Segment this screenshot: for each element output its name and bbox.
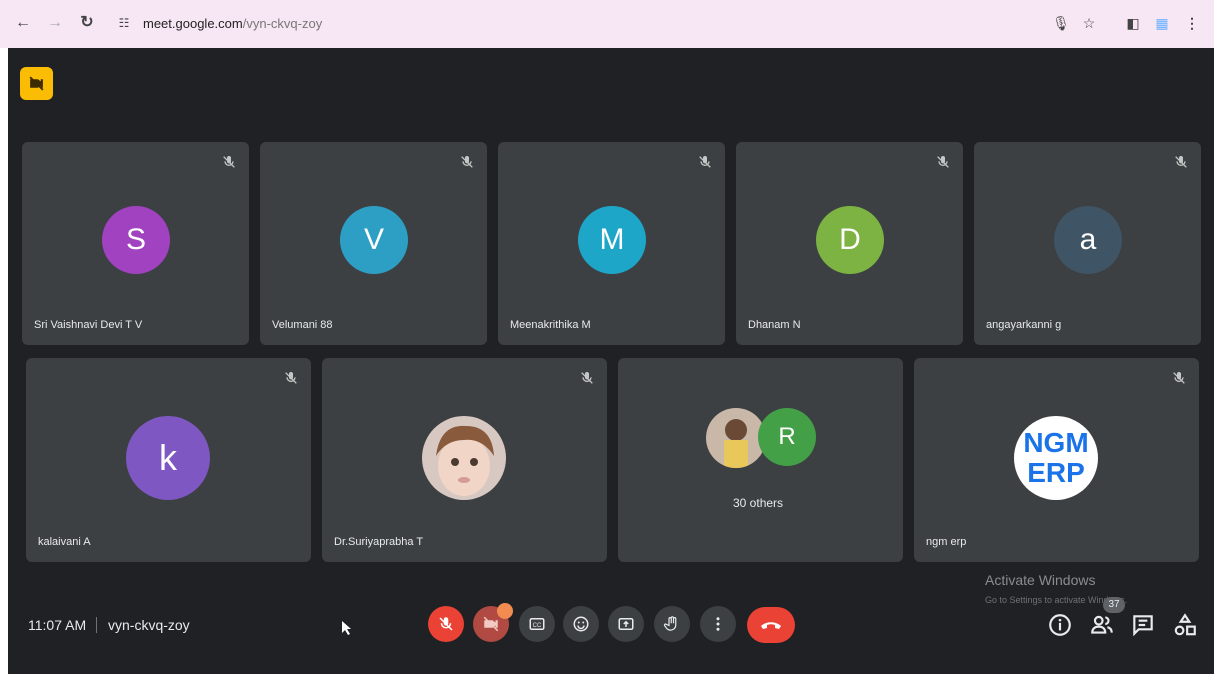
others-tile[interactable]: R 30 others: [618, 358, 903, 562]
present-icon: [618, 618, 634, 630]
extension-icon[interactable]: ▦: [1152, 13, 1172, 33]
site-settings-icon[interactable]: ☷: [113, 12, 135, 34]
participant-name: Dhanam N: [748, 319, 801, 331]
avatar: R: [758, 408, 816, 466]
participant-tile[interactable]: a angayarkanni g: [974, 142, 1201, 345]
participant-tile[interactable]: S Sri Vaishnavi Devi T V: [22, 142, 249, 345]
mic-off-icon: [581, 372, 593, 384]
forward-arrow-icon[interactable]: →: [44, 12, 66, 34]
info-icon[interactable]: [1047, 612, 1073, 638]
participant-name: Sri Vaishnavi Devi T V: [34, 319, 143, 331]
url-host: meet.google.com: [143, 16, 243, 31]
mic-off-icon: [937, 156, 949, 168]
participant-tile[interactable]: V Velumani 88: [260, 142, 487, 345]
end-call-button[interactable]: [747, 607, 795, 643]
camera-off-icon: [29, 76, 44, 91]
profile-photo: [706, 408, 766, 468]
camera-off-badge: [20, 67, 53, 100]
mic-off-icon: [461, 156, 473, 168]
browser-menu-icon[interactable]: ⋮: [1182, 13, 1202, 33]
more-options-icon: [716, 617, 720, 631]
browser-toolbar: ← → ↻ ☷ meet.google.com/vyn-ckvq-zoy 🎙 ☆…: [0, 0, 1214, 48]
mic-off-icon: [285, 372, 297, 384]
present-button[interactable]: [608, 606, 644, 642]
more-options-button[interactable]: [700, 606, 736, 642]
participant-name: angayarkanni g: [986, 319, 1062, 331]
divider: [96, 617, 97, 633]
participant-name: ngm erp: [926, 536, 967, 548]
ngm-erp-logo: NGM ERP: [1014, 416, 1098, 500]
participant-name: Meenakrithika M: [510, 319, 591, 331]
participant-name: Velumani 88: [272, 319, 333, 331]
chat-icon[interactable]: [1130, 612, 1156, 638]
mic-off-icon: [439, 617, 453, 631]
participant-tile[interactable]: D Dhanam N: [736, 142, 963, 345]
participant-tile[interactable]: M Meenakrithika M: [498, 142, 725, 345]
captions-icon: CC: [529, 618, 545, 630]
mic-off-icon: [1173, 372, 1185, 384]
meeting-time: 11:07 AM: [28, 617, 87, 633]
meeting-code[interactable]: vyn-ckvq-zoy: [108, 617, 190, 633]
bookmark-star-icon[interactable]: ☆: [1079, 13, 1099, 33]
people-icon[interactable]: [1089, 612, 1115, 638]
avatar: a: [1054, 206, 1122, 274]
activities-icon[interactable]: [1172, 612, 1198, 638]
others-count-label: 30 others: [733, 496, 784, 510]
participant-tile[interactable]: NGM ERP ngm erp: [914, 358, 1199, 562]
camera-off-icon: [483, 616, 499, 632]
avatar: k: [126, 416, 210, 500]
reload-icon[interactable]: ↻: [76, 12, 98, 34]
mic-off-icon: [1175, 156, 1187, 168]
avatar: M: [578, 206, 646, 274]
avatar: D: [816, 206, 884, 274]
avatar: V: [340, 206, 408, 274]
notification-dot: [497, 603, 513, 619]
mic-off-icon: [699, 156, 711, 168]
raise-hand-button[interactable]: [654, 606, 690, 642]
mic-off-icon: [223, 156, 235, 168]
reactions-button[interactable]: [563, 606, 599, 642]
participant-tile[interactable]: k kalaivani A: [26, 358, 311, 562]
url-text[interactable]: meet.google.com/vyn-ckvq-zoy: [143, 16, 322, 31]
participants-count-badge: 37: [1103, 597, 1125, 613]
voice-search-icon[interactable]: 🎙: [1051, 13, 1071, 33]
end-call-icon: [761, 622, 781, 629]
logo-line: ERP: [1027, 457, 1085, 488]
profile-photo: [422, 416, 506, 500]
participant-name: Dr.Suriyaprabha T: [334, 536, 424, 548]
side-panel-icon[interactable]: ◧: [1123, 13, 1143, 33]
url-path: /vyn-ckvq-zoy: [242, 16, 323, 31]
svg-text:CC: CC: [533, 623, 542, 629]
activate-windows-title: Activate Windows: [985, 572, 1096, 588]
participant-tile[interactable]: Dr.Suriyaprabha T: [322, 358, 607, 562]
participant-name: kalaivani A: [38, 536, 91, 548]
back-arrow-icon[interactable]: ←: [12, 12, 34, 34]
avatar: S: [102, 206, 170, 274]
raise-hand-icon: [663, 616, 677, 631]
captions-button[interactable]: CC: [519, 606, 555, 642]
mouse-cursor-icon: [342, 621, 351, 635]
microphone-button[interactable]: [428, 606, 464, 642]
emoji-icon: [573, 616, 589, 632]
logo-line: NGM: [1023, 427, 1089, 458]
